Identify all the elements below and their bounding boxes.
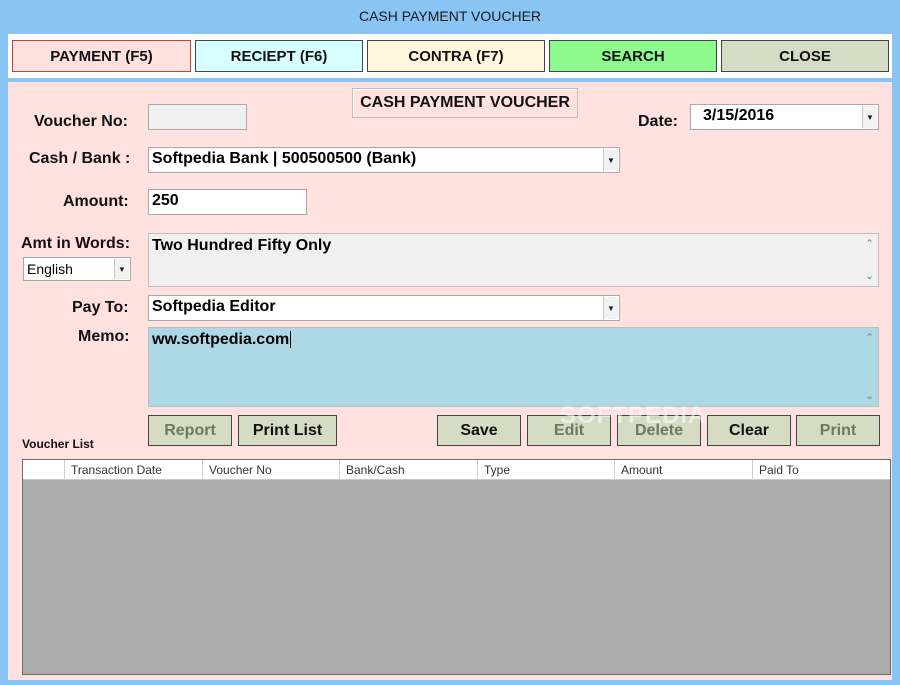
- column-header[interactable]: Type: [477, 460, 614, 480]
- amt-words-scrollbar[interactable]: ⌃ ⌄: [862, 235, 877, 285]
- chevron-down-icon[interactable]: ▼: [114, 259, 129, 279]
- voucher-list-grid[interactable]: Transaction Date Voucher No Bank/Cash Ty…: [22, 459, 891, 675]
- language-select[interactable]: English ▼: [23, 257, 131, 281]
- memo-value: ww.softpedia.com: [152, 331, 290, 348]
- cash-bank-label: Cash / Bank :: [29, 150, 131, 167]
- scroll-up-icon[interactable]: ⌃: [866, 332, 874, 343]
- amt-in-words-field[interactable]: Two Hundred Fifty Only ⌃ ⌄: [148, 233, 879, 287]
- memo-label: Memo:: [78, 328, 130, 345]
- memo-scrollbar[interactable]: ⌃ ⌄: [862, 329, 877, 405]
- clear-button[interactable]: Clear: [707, 415, 791, 446]
- date-value: 3/15/2016: [703, 107, 775, 124]
- date-picker[interactable]: 3/15/2016 ▼: [690, 104, 879, 130]
- tab-contra[interactable]: CONTRA (F7): [367, 40, 545, 72]
- window-title-bar: CASH PAYMENT VOUCHER: [0, 0, 900, 32]
- text-cursor: [290, 331, 292, 348]
- chevron-down-icon[interactable]: ▼: [603, 149, 618, 171]
- column-header[interactable]: Transaction Date: [64, 460, 202, 480]
- amt-in-words-label: Amt in Words:: [21, 235, 131, 252]
- voucher-list-label: Voucher List: [22, 437, 94, 451]
- grid-header: Transaction Date Voucher No Bank/Cash Ty…: [23, 460, 890, 480]
- report-button[interactable]: Report: [148, 415, 232, 446]
- pay-to-value: Softpedia Editor: [152, 298, 276, 315]
- print-list-button[interactable]: Print List: [238, 415, 337, 446]
- date-label: Date:: [638, 113, 679, 130]
- amt-in-words-value: Two Hundred Fifty Only: [152, 237, 332, 254]
- save-button[interactable]: Save: [437, 415, 521, 446]
- cash-bank-select[interactable]: Softpedia Bank | 500500500 (Bank) ▼: [148, 147, 620, 173]
- print-button[interactable]: Print: [796, 415, 880, 446]
- scroll-down-icon[interactable]: ⌄: [866, 271, 874, 282]
- tab-search[interactable]: SEARCH: [549, 40, 717, 72]
- scroll-up-icon[interactable]: ⌃: [866, 238, 874, 249]
- row-header-column: [23, 460, 64, 480]
- tab-bar: PAYMENT (F5) RECIEPT (F6) CONTRA (F7) SE…: [8, 34, 892, 78]
- voucher-no-field[interactable]: [148, 104, 247, 130]
- tab-payment[interactable]: PAYMENT (F5): [12, 40, 191, 72]
- column-header[interactable]: Voucher No: [202, 460, 339, 480]
- chevron-down-icon[interactable]: ▼: [603, 297, 618, 319]
- scroll-down-icon[interactable]: ⌄: [866, 391, 874, 402]
- column-header[interactable]: Amount: [614, 460, 752, 480]
- form-heading: CASH PAYMENT VOUCHER: [352, 88, 578, 118]
- column-header[interactable]: Bank/Cash: [339, 460, 477, 480]
- voucher-form: CASH PAYMENT VOUCHER Voucher No: Date: 3…: [8, 82, 892, 680]
- voucher-no-label: Voucher No:: [34, 113, 128, 130]
- pay-to-select[interactable]: Softpedia Editor ▼: [148, 295, 620, 321]
- memo-field[interactable]: ww.softpedia.com ⌃ ⌄: [148, 327, 879, 407]
- amount-field[interactable]: 250: [148, 189, 307, 215]
- tab-receipt[interactable]: RECIEPT (F6): [195, 40, 363, 72]
- pay-to-label: Pay To:: [72, 299, 129, 316]
- tab-close[interactable]: CLOSE: [721, 40, 889, 72]
- watermark-logo: SOFTPEDIA: [560, 402, 707, 429]
- column-header[interactable]: Paid To: [752, 460, 890, 480]
- chevron-down-icon[interactable]: ▼: [862, 106, 877, 128]
- window-title: CASH PAYMENT VOUCHER: [358, 8, 542, 24]
- cash-bank-value: Softpedia Bank | 500500500 (Bank): [152, 150, 417, 167]
- language-value: English: [27, 261, 73, 277]
- amount-label: Amount:: [63, 193, 129, 210]
